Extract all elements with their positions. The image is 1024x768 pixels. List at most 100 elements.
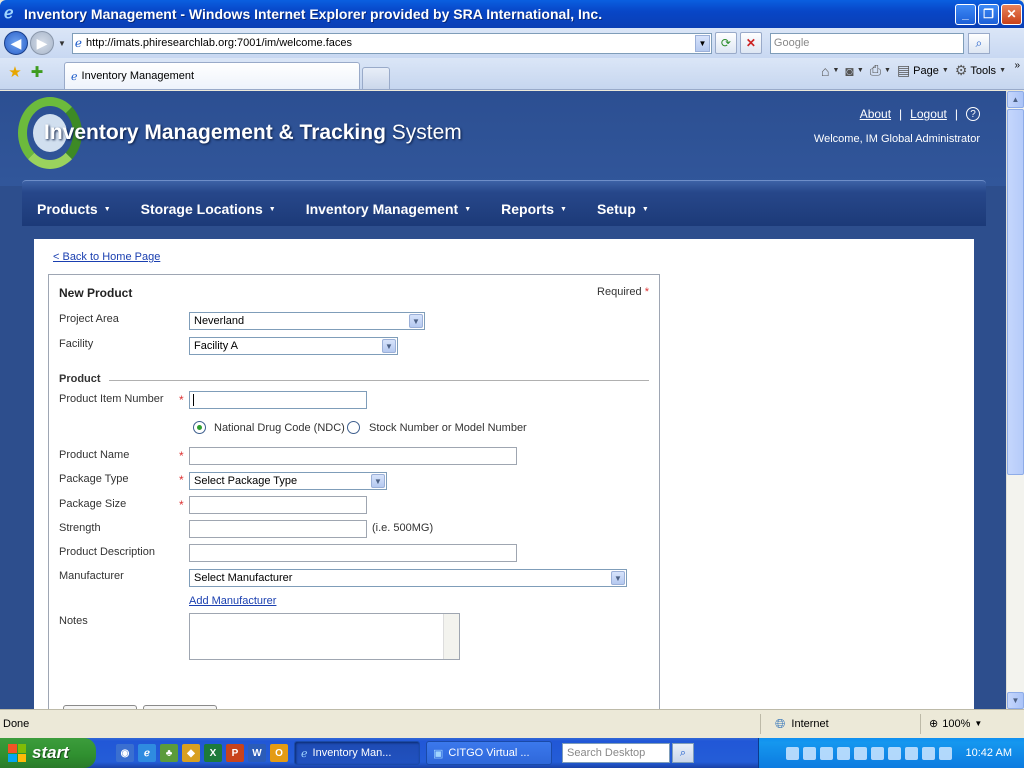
about-link[interactable]: About [860, 107, 891, 121]
toolbar-overflow-button[interactable]: » [1014, 60, 1020, 71]
ndc-radio-label[interactable]: National Drug Code (NDC) [214, 422, 345, 434]
menu-reports[interactable]: Reports ▼ [486, 201, 582, 217]
help-icon[interactable]: ? [966, 107, 980, 121]
menu-products[interactable]: Products ▼ [22, 201, 126, 217]
manufacturer-label: Manufacturer [59, 570, 124, 582]
product-name-input[interactable] [189, 447, 517, 465]
window-title-bar[interactable]: ℯ Inventory Management - Windows Interne… [0, 0, 1024, 28]
home-button[interactable]: ⌂ ▼ [821, 63, 839, 79]
history-dropdown-icon[interactable]: ▼ [58, 39, 66, 48]
package-type-label: Package Type [59, 473, 129, 485]
scroll-down-icon[interactable]: ▼ [1007, 692, 1024, 709]
new-tab-button[interactable] [362, 67, 390, 89]
search-icon[interactable]: ⌕ [967, 32, 990, 54]
tools-menu[interactable]: ⚙ Tools ▼ [955, 62, 1006, 79]
minimize-button[interactable]: _ [955, 3, 976, 25]
tab-inventory-management[interactable]: ℯ Inventory Management [64, 62, 360, 89]
ie-logo-icon: ℯ [4, 5, 14, 22]
project-area-select[interactable]: Neverland ▼ [189, 312, 425, 330]
facility-select[interactable]: Facility A ▼ [189, 337, 398, 355]
tray-icon[interactable] [853, 746, 867, 760]
scroll-up-icon[interactable]: ▲ [1007, 91, 1024, 108]
search-input[interactable]: Google [769, 32, 964, 54]
menu-storage-locations[interactable]: Storage Locations ▼ [126, 201, 291, 217]
chevron-down-icon[interactable]: ▼ [611, 571, 625, 585]
content-panel: < Back to Home Page New Product Required… [34, 239, 974, 709]
manufacturer-select[interactable]: Select Manufacturer ▼ [189, 569, 627, 587]
taskbar-item-inventory[interactable]: ℯ Inventory Man... [294, 741, 420, 765]
print-button[interactable]: ⎙ ▼ [870, 62, 891, 79]
menu-inventory-management[interactable]: Inventory Management ▼ [291, 201, 486, 217]
close-button[interactable]: ✕ [1001, 3, 1022, 25]
favorites-star-icon[interactable]: ★ [4, 61, 26, 83]
tray-icon[interactable] [802, 746, 816, 760]
tray-icon[interactable] [921, 746, 935, 760]
quicklaunch-icon-4[interactable]: ◆ [182, 744, 200, 762]
product-section-heading: Product [59, 373, 101, 385]
add-favorite-icon[interactable]: ✚ [26, 61, 48, 83]
chevron-down-icon[interactable]: ▼ [974, 719, 982, 728]
rss-icon: ◙ [845, 62, 854, 79]
quicklaunch-icon-3[interactable]: ♣ [160, 744, 178, 762]
desktop-search-input[interactable]: Search Desktop [562, 743, 670, 763]
stock-number-radio[interactable] [347, 421, 360, 434]
chevron-down-icon[interactable]: ▼ [371, 474, 385, 488]
product-item-number-input[interactable] [189, 391, 367, 409]
address-url[interactable]: http://imats.phiresearchlab.org:7001/im/… [86, 37, 695, 49]
address-bar[interactable]: ℯ http://imats.phiresearchlab.org:7001/i… [71, 32, 712, 54]
powerpoint-icon[interactable]: P [226, 744, 244, 762]
tray-icon[interactable] [904, 746, 918, 760]
scroll-thumb[interactable] [1007, 109, 1024, 475]
page-menu[interactable]: ▤ Page ▼ [897, 62, 949, 79]
chevron-down-icon: ▼ [464, 205, 472, 213]
chevron-down-icon[interactable]: ▼ [409, 314, 423, 328]
home-icon: ⌂ [820, 62, 830, 79]
excel-icon[interactable]: X [204, 744, 222, 762]
package-size-input[interactable] [189, 496, 367, 514]
search-icon[interactable]: ⌕ [672, 743, 694, 763]
section-divider [109, 380, 649, 381]
strength-hint: (i.e. 500MG) [372, 522, 434, 534]
add-manufacturer-link[interactable]: Add Manufacturer [189, 595, 276, 607]
stock-number-radio-label[interactable]: Stock Number or Model Number [369, 422, 527, 434]
logout-link[interactable]: Logout [910, 107, 947, 121]
ie-quicklaunch-icon[interactable]: ℯ [138, 744, 156, 762]
refresh-button[interactable]: ⟳ [714, 32, 737, 54]
strength-input[interactable] [189, 520, 367, 538]
feeds-button[interactable]: ◙ ▼ [845, 63, 863, 79]
tray-icon[interactable] [870, 746, 884, 760]
word-icon[interactable]: W [248, 744, 266, 762]
outlook-icon[interactable]: O [270, 744, 288, 762]
page-menu-icon: ▤ [896, 62, 911, 78]
tray-icon[interactable] [938, 746, 952, 760]
package-type-select[interactable]: Select Package Type ▼ [189, 472, 387, 490]
page-scrollbar[interactable]: ▲ ▼ [1006, 91, 1024, 709]
tray-icon[interactable] [819, 746, 833, 760]
back-button[interactable]: ◀ [4, 31, 28, 55]
maximize-button[interactable]: ❐ [978, 3, 999, 25]
tray-icon[interactable] [887, 746, 901, 760]
ndc-radio[interactable] [193, 421, 206, 434]
strength-label: Strength [59, 522, 101, 534]
chevron-down-icon[interactable]: ▼ [382, 339, 396, 353]
start-button[interactable]: start [0, 738, 96, 768]
taskbar-item-citgo[interactable]: ▣ CITGO Virtual ... [426, 741, 552, 765]
quicklaunch-icon-1[interactable]: ◉ [116, 744, 134, 762]
address-dropdown-icon[interactable]: ▼ [694, 34, 710, 52]
stop-button[interactable]: ✕ [739, 32, 762, 54]
tab-label: Inventory Management [81, 70, 195, 82]
menu-setup[interactable]: Setup ▼ [582, 201, 664, 217]
app-title: Inventory Management & Tracking System [44, 121, 462, 144]
project-area-label: Project Area [59, 313, 119, 325]
back-to-home-link[interactable]: < Back to Home Page [53, 251, 160, 263]
zoom-control[interactable]: ⊕ 100% ▼ [920, 713, 982, 734]
forward-button[interactable]: ▶ [30, 31, 54, 55]
clock[interactable]: 10:42 AM [966, 747, 1012, 759]
notes-textarea[interactable] [189, 613, 460, 660]
tray-icon[interactable] [836, 746, 850, 760]
required-marker: * [179, 449, 184, 463]
product-description-input[interactable] [189, 544, 517, 562]
tray-icon[interactable] [785, 746, 799, 760]
gear-icon: ⚙ [954, 62, 968, 78]
notes-scrollbar[interactable] [443, 614, 459, 659]
